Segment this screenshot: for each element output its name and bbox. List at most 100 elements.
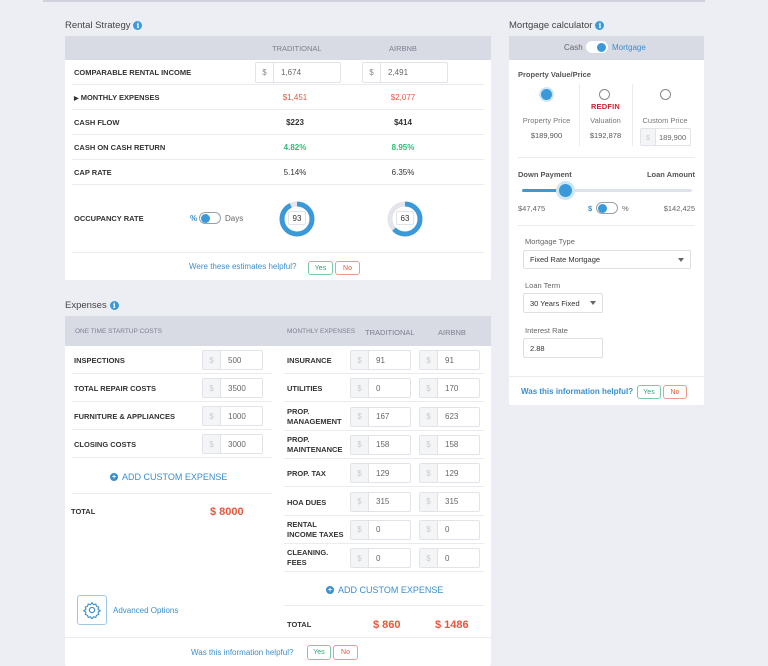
monthly-expense-traditional-value[interactable]: 0: [369, 549, 410, 567]
monthly-expenses-label: MONTHLY EXPENSES: [80, 93, 160, 102]
mortgage-type-value: Fixed Rate Mortgage: [530, 255, 601, 264]
monthly-expense-traditional-input[interactable]: $ 91: [350, 350, 411, 370]
radio-property-price[interactable]: [541, 89, 552, 100]
startup-total-value: $ 8000: [210, 506, 244, 518]
monthly-expense-airbnb-value[interactable]: 158: [438, 436, 479, 454]
startup-total-label: TOTAL: [71, 507, 96, 516]
radio-custom-price[interactable]: [660, 89, 671, 100]
income-traditional-value[interactable]: 1,674: [274, 63, 340, 82]
monthly-expense-airbnb-input[interactable]: $ 129: [419, 463, 480, 484]
currency-symbol: $: [351, 379, 369, 398]
monthly-expense-airbnb-input[interactable]: $ 315: [419, 491, 480, 512]
income-airbnb-value[interactable]: 2,491: [381, 63, 447, 82]
valuation-label: Valuation: [590, 116, 621, 125]
income-traditional-input[interactable]: $ 1,674: [255, 62, 341, 83]
monthly-expense-airbnb-input[interactable]: $ 158: [419, 434, 480, 455]
occupancy-unit-toggle[interactable]: [199, 212, 221, 224]
mortgage-no-button[interactable]: No: [663, 385, 687, 399]
monthly-expense-airbnb-value[interactable]: 0: [438, 521, 479, 539]
monthly-expense-traditional-value[interactable]: 91: [369, 351, 410, 369]
monthly-expense-traditional-input[interactable]: $ 315: [350, 491, 411, 512]
currency-symbol: $: [351, 549, 369, 568]
monthly-expense-airbnb-input[interactable]: $ 623: [419, 406, 480, 427]
monthly-expense-traditional-input[interactable]: $ 167: [350, 406, 411, 427]
monthly-expense-traditional-value[interactable]: 0: [369, 379, 410, 397]
monthly-expense-airbnb-input[interactable]: $ 170: [419, 378, 480, 399]
monthly-expense-traditional-input[interactable]: $ 129: [350, 463, 411, 484]
add-monthly-expense-button[interactable]: + ADD CUSTOM EXPENSE: [326, 585, 443, 595]
col-airbnb: AIRBNB: [389, 44, 417, 53]
mortgage-type-select[interactable]: Fixed Rate Mortgage: [523, 250, 691, 269]
row-cash-on-cash: CASH ON CASH RETURN 4.82% 8.95%: [72, 135, 484, 160]
monthly-expense-airbnb-value[interactable]: 91: [438, 351, 479, 369]
startup-expense-row: CLOSING COSTS $ 3000: [72, 430, 272, 458]
advanced-options-button[interactable]: [77, 595, 107, 625]
monthly-expense-airbnb-value[interactable]: 170: [438, 379, 479, 397]
monthly-expense-traditional-value[interactable]: 0: [369, 521, 410, 539]
advanced-options-link[interactable]: Advanced Options: [113, 606, 178, 615]
add-startup-expense-button[interactable]: + ADD CUSTOM EXPENSE: [110, 472, 227, 482]
expenses-no-button[interactable]: No: [333, 645, 358, 660]
down-payment-slider-track[interactable]: [522, 184, 692, 197]
info-icon[interactable]: i: [595, 21, 605, 30]
monthly-expense-traditional-input[interactable]: $ 0: [350, 519, 411, 540]
divider: [518, 157, 695, 158]
startup-expense-input[interactable]: $ 500: [202, 350, 263, 370]
monthly-expense-traditional-input[interactable]: $ 0: [350, 548, 411, 569]
currency-symbol: $: [420, 520, 438, 539]
monthly-expenses-toggle[interactable]: ▶ MONTHLY EXPENSES: [74, 93, 160, 102]
loan-term-select[interactable]: 30 Years Fixed: [523, 293, 603, 313]
monthly-expense-airbnb-value[interactable]: 315: [438, 493, 479, 511]
row-comparable-income: COMPARABLE RENTAL INCOME $ 1,674 $ 2,491: [72, 60, 484, 85]
startup-expense-input[interactable]: $ 3000: [202, 434, 263, 454]
startup-expense-value[interactable]: 3000: [221, 435, 262, 453]
mortgage-yes-button[interactable]: Yes: [637, 385, 661, 399]
monthly-expense-airbnb-input[interactable]: $ 0: [419, 519, 480, 540]
cap-rate-traditional: 5.14%: [283, 168, 307, 177]
expenses-yes-button[interactable]: Yes: [307, 645, 331, 660]
estimates-no-button[interactable]: No: [335, 261, 360, 275]
unit-dollar-label: $: [588, 204, 593, 213]
gear-icon: [83, 601, 101, 619]
custom-price-value[interactable]: 189,900: [656, 129, 690, 145]
interest-rate-input[interactable]: 2.88: [523, 338, 603, 358]
interest-rate-value[interactable]: 2.88: [530, 344, 545, 353]
row-monthly-expenses[interactable]: ▶ MONTHLY EXPENSES $1,451 $2,077: [72, 85, 484, 110]
top-divider: [43, 0, 705, 2]
monthly-expense-traditional-value[interactable]: 129: [369, 464, 410, 482]
monthly-expense-label: INSURANCE: [287, 356, 332, 365]
income-airbnb-input[interactable]: $ 2,491: [362, 62, 448, 83]
currency-symbol: $: [363, 63, 381, 82]
monthly-total-label: TOTAL: [287, 620, 312, 629]
startup-expense-value[interactable]: 1000: [221, 407, 262, 425]
startup-expense-row: TOTAL REPAIR COSTS $ 3500: [72, 374, 272, 402]
startup-expense-value[interactable]: 3500: [221, 379, 262, 397]
currency-symbol: $: [351, 520, 369, 539]
monthly-expense-airbnb-value[interactable]: 129: [438, 464, 479, 482]
monthly-expense-airbnb-input[interactable]: $ 91: [419, 350, 480, 370]
monthly-expense-traditional-value[interactable]: 167: [369, 408, 410, 426]
startup-expense-input[interactable]: $ 1000: [202, 406, 263, 426]
custom-price-input[interactable]: $ 189,900: [640, 128, 691, 146]
radio-valuation[interactable]: [599, 89, 610, 100]
currency-symbol: $: [420, 492, 438, 511]
col-traditional: TRADITIONAL: [365, 328, 415, 337]
monthly-expense-traditional-value[interactable]: 315: [369, 493, 410, 511]
monthly-expense-airbnb-value[interactable]: 623: [438, 408, 479, 426]
toggle-days-label: Days: [225, 214, 244, 223]
down-payment-unit-toggle[interactable]: [596, 202, 618, 214]
info-icon[interactable]: i: [109, 301, 119, 310]
cash-mortgage-toggle[interactable]: [586, 41, 608, 53]
monthly-expense-traditional-input[interactable]: $ 158: [350, 434, 411, 455]
monthly-expense-traditional-value[interactable]: 158: [369, 436, 410, 454]
cash-flow-label: CASH FLOW: [74, 118, 120, 127]
monthly-expense-airbnb-input[interactable]: $ 0: [419, 548, 480, 569]
monthly-expense-airbnb-value[interactable]: 0: [438, 549, 479, 567]
down-payment-slider-handle[interactable]: [558, 184, 572, 197]
info-icon[interactable]: i: [133, 21, 143, 30]
estimates-yes-button[interactable]: Yes: [308, 261, 333, 275]
startup-expense-value[interactable]: 500: [221, 351, 262, 369]
coc-label: CASH ON CASH RETURN: [74, 143, 166, 152]
monthly-expense-traditional-input[interactable]: $ 0: [350, 378, 411, 399]
startup-expense-input[interactable]: $ 3500: [202, 378, 263, 398]
